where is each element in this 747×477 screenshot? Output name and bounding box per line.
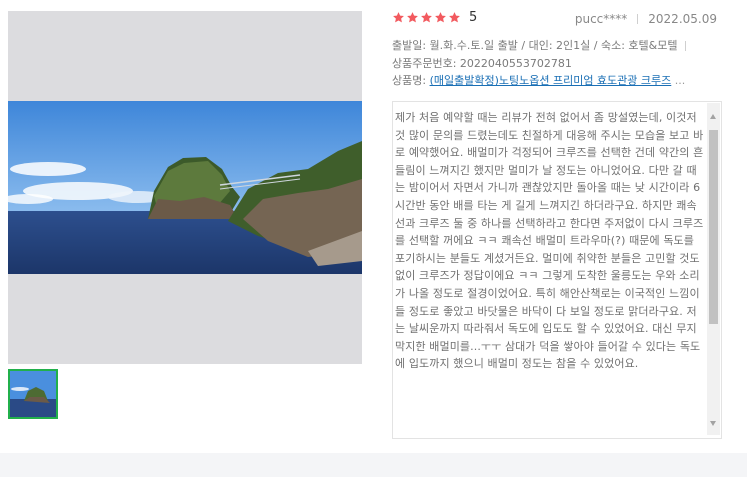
departure-info-row: 출발일: 월.화.수.토.일 출발 / 대인: 2인1실 / 숙소: 호텔&모텔: [392, 37, 716, 55]
star-icon: [393, 12, 404, 23]
star-icon: [407, 12, 418, 23]
photo-thumbnail-1[interactable]: [8, 369, 58, 419]
product-link[interactable]: (매일출발확정)노팅노옵션 프리미엄 효도관광 크루즈: [430, 74, 672, 87]
review-photo-main: [8, 101, 362, 274]
scrollbar-thumb[interactable]: [709, 130, 718, 324]
departure-info: 출발일: 월.화.수.토.일 출발 / 대인: 2인1실 / 숙소: 호텔&모텔: [392, 39, 678, 52]
page-footer-band: [0, 453, 747, 477]
order-number: 상품주문번호: 2022040553702781: [392, 56, 572, 70]
review-author: pucc****: [574, 12, 628, 26]
star-icon: [449, 12, 460, 23]
booking-info: 출발일: 월.화.수.토.일 출발 / 대인: 2인1실 / 숙소: 호텔&모텔…: [392, 37, 716, 90]
review-content-box[interactable]: 제가 처음 예약할 때는 리뷰가 전혀 없어서 좀 망설였는데, 이것저것 많이…: [392, 101, 722, 439]
star-icon: [421, 12, 432, 23]
product-label: 상품명:: [392, 74, 430, 87]
review-text: 제가 처음 예약할 때는 리뷰가 전혀 없어서 좀 망설였는데, 이것저것 많이…: [395, 111, 704, 371]
product-name-row: 상품명: (매일출발확정)노팅노옵션 프리미엄 효도관광 크루즈 ...: [392, 72, 716, 90]
review-date: 2022.05.09: [648, 12, 717, 26]
info-divider: [685, 41, 687, 51]
review-meta: pucc**** 2022.05.09: [575, 12, 717, 26]
review-scrollbar[interactable]: [707, 103, 720, 435]
product-ellipsis: ...: [674, 74, 686, 87]
photo-thumbnail-image: [10, 371, 56, 417]
rating-stars: [392, 11, 461, 24]
star-icon: [435, 12, 446, 23]
review-photo-viewer[interactable]: [8, 11, 362, 364]
rating-value: 5: [469, 10, 478, 25]
scroll-up-arrow-icon[interactable]: [710, 114, 716, 119]
order-number-row: 상품주문번호: 2022040553702781: [392, 55, 716, 73]
meta-divider: [637, 14, 639, 24]
scroll-down-arrow-icon[interactable]: [710, 421, 716, 426]
